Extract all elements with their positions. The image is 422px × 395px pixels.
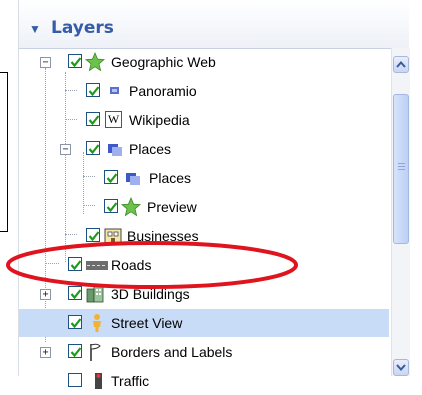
layer-label: Preview bbox=[147, 199, 197, 215]
scrollbar-thumb[interactable] bbox=[393, 94, 409, 244]
borders-icon bbox=[90, 343, 101, 361]
list-item-businesses[interactable]: Businesses bbox=[19, 222, 389, 250]
collapse-toggle[interactable]: − bbox=[40, 57, 51, 68]
layer-label: Street View bbox=[111, 315, 183, 331]
layers-panel: ▼ Layers − Geographic Web Panoramio W Wi… bbox=[18, 0, 421, 389]
layer-checkbox[interactable] bbox=[68, 54, 82, 68]
layer-label: Panoramio bbox=[129, 83, 197, 99]
scroll-down-button[interactable] bbox=[393, 359, 409, 376]
places-icon bbox=[126, 173, 140, 185]
vertical-scrollbar[interactable] bbox=[391, 48, 410, 376]
collapse-chevron-icon[interactable]: ▼ bbox=[29, 22, 41, 36]
layers-panel-header[interactable]: ▼ Layers bbox=[19, 0, 409, 49]
list-item-places-group[interactable]: − Places bbox=[19, 135, 389, 163]
layer-checkbox[interactable] bbox=[68, 286, 82, 300]
layer-checkbox[interactable] bbox=[86, 83, 100, 97]
layer-label: Places bbox=[129, 141, 172, 157]
green-star-icon bbox=[85, 52, 105, 72]
layer-label: Wikipedia bbox=[129, 112, 190, 128]
list-item-panoramio[interactable]: Panoramio bbox=[19, 77, 389, 105]
layer-checkbox[interactable] bbox=[86, 228, 100, 242]
list-item-traffic[interactable]: Traffic bbox=[19, 367, 389, 395]
thumb-grip bbox=[398, 163, 405, 164]
list-item-geographic-web[interactable]: − Geographic Web bbox=[19, 48, 389, 76]
list-item-borders-and-labels[interactable]: + Borders and Labels bbox=[19, 338, 389, 366]
list-item-3d-buildings[interactable]: + 3D Buildings bbox=[19, 280, 389, 308]
thumb-grip bbox=[398, 169, 405, 170]
chevron-down-icon bbox=[396, 364, 406, 372]
list-item-preview[interactable]: Preview bbox=[19, 193, 389, 221]
thumb-grip bbox=[398, 166, 405, 167]
chevron-up-icon bbox=[396, 60, 406, 68]
street-view-icon bbox=[93, 314, 101, 332]
traffic-icon bbox=[95, 373, 102, 389]
collapse-toggle[interactable]: − bbox=[60, 144, 71, 155]
layer-checkbox[interactable] bbox=[68, 257, 82, 271]
list-item-street-view[interactable]: Street View bbox=[19, 309, 389, 337]
layers-tree: − Geographic Web Panoramio W Wikipedia −… bbox=[19, 48, 389, 389]
wikipedia-icon: W bbox=[105, 111, 122, 128]
list-item-places[interactable]: Places bbox=[19, 164, 389, 192]
green-star-icon bbox=[121, 197, 141, 217]
layer-checkbox[interactable] bbox=[86, 141, 100, 155]
businesses-icon bbox=[104, 228, 122, 245]
scroll-up-button[interactable] bbox=[393, 56, 409, 73]
layer-label: Businesses bbox=[127, 228, 199, 244]
layer-label: Roads bbox=[111, 257, 152, 273]
layer-checkbox[interactable] bbox=[68, 373, 82, 387]
expand-toggle[interactable]: + bbox=[40, 289, 51, 300]
list-item-roads[interactable]: Roads bbox=[19, 251, 389, 279]
annotation-callout-box bbox=[0, 72, 8, 232]
panel-title: Layers bbox=[51, 18, 114, 38]
layer-label: Geographic Web bbox=[111, 54, 216, 70]
buildings-icon bbox=[86, 285, 104, 303]
places-icon bbox=[108, 144, 122, 156]
list-item-wikipedia[interactable]: W Wikipedia bbox=[19, 106, 389, 134]
layer-checkbox[interactable] bbox=[86, 112, 100, 126]
layer-label: 3D Buildings bbox=[111, 286, 190, 302]
expand-toggle[interactable]: + bbox=[40, 347, 51, 358]
layer-checkbox[interactable] bbox=[68, 344, 82, 358]
layer-checkbox[interactable] bbox=[68, 315, 82, 329]
layer-label: Borders and Labels bbox=[111, 344, 233, 360]
roads-icon bbox=[86, 261, 108, 270]
layer-label: Places bbox=[149, 170, 192, 186]
layer-label: Traffic bbox=[111, 373, 150, 389]
layer-checkbox[interactable] bbox=[104, 199, 118, 213]
layer-checkbox[interactable] bbox=[104, 170, 118, 184]
panoramio-icon bbox=[110, 87, 119, 94]
